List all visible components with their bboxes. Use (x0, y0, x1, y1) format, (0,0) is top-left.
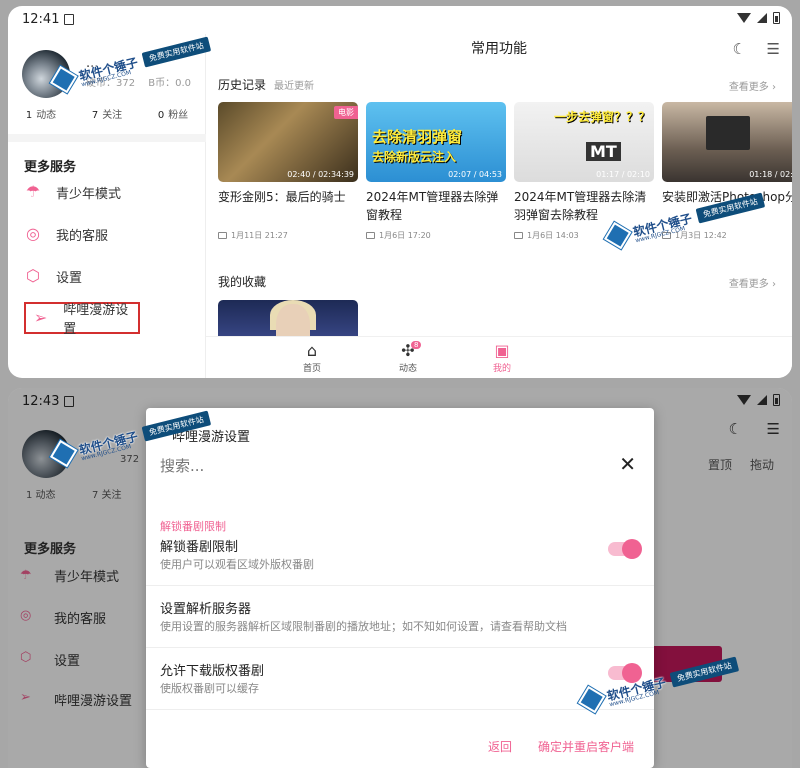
video-thumbnail[interactable]: 去除清羽弹窗 去除新版云注入 02:07 / 04:53 (366, 102, 506, 182)
option-desc: 使用户可以观看区域外版权番剧 (160, 558, 314, 571)
signal-icon (757, 13, 767, 23)
favorites-header: 我的收藏 (218, 275, 267, 289)
stat-followers[interactable]: 0 粉丝 (158, 106, 188, 121)
category-tag: 电影 (334, 106, 358, 119)
option-unlock-bangumi[interactable]: 解锁番剧限制 使用户可以观看区域外版权番剧 (146, 524, 654, 586)
option-desc: 使版权番剧可以缓存 (160, 682, 259, 695)
menu-icon[interactable]: ☰ (767, 40, 780, 58)
video-duration: 01:18 / 02:0 (749, 170, 792, 179)
back-button[interactable]: 返回 (488, 738, 512, 755)
profile-stats: 1 动态 7 关注 0 粉丝 (8, 106, 206, 121)
wifi-icon (737, 13, 751, 23)
service-settings[interactable]: ⬡ 设置 (24, 260, 194, 292)
unlock-toggle[interactable] (608, 539, 642, 559)
settings-icon: ⬡ (26, 266, 40, 285)
status-bar: 12:41 (8, 6, 792, 34)
stat-dynamics[interactable]: 1 动态 (26, 106, 56, 121)
paper-plane-icon: ➢ (33, 308, 48, 327)
pinwheel-icon: ✣ (401, 341, 415, 360)
service-teen-mode[interactable]: ☂ 青少年模式 (24, 176, 194, 208)
tab-dynamics[interactable]: ✣ 动态 8 (378, 341, 438, 374)
close-icon[interactable]: ✕ (619, 454, 636, 474)
watch-date: 1月6日 17:20 (366, 230, 506, 241)
history-card[interactable]: 一步去弹窗？？？ MT 01:17 / 02:10 2024年MT管理器去除清羽… (514, 102, 654, 241)
bcoin-count: B币：0.0 (148, 78, 192, 89)
option-title: 解锁番剧限制 (160, 540, 239, 555)
confirm-restart-button[interactable]: 确定并重启客户端 (538, 738, 634, 755)
service-roaming-settings[interactable]: ➢ 哔哩漫游设置 (24, 302, 140, 337)
home-icon: ⌂ (306, 341, 318, 360)
page-title: 常用功能 (471, 41, 527, 57)
history-card[interactable]: 电影 02:40 / 02:34:39 变形金刚5：最后的骑士 1月11日 21… (218, 102, 358, 241)
video-thumbnail[interactable]: 电影 02:40 / 02:34:39 (218, 102, 358, 182)
status-time: 12:41 (22, 12, 60, 27)
history-more-link[interactable]: 查看更多 › (729, 78, 776, 93)
history-card[interactable]: 去除清羽弹窗 去除新版云注入 02:07 / 04:53 2024年MT管理器去… (366, 102, 506, 241)
roaming-settings-dialog: 哔哩漫游设置 ✕ 解锁番剧限制 解锁番剧限制 使用户可以观看区域外版权番剧 设置… (146, 408, 654, 768)
search-input[interactable] (160, 452, 620, 480)
tv-face-icon: ▣ (494, 341, 510, 360)
screenshot-bottom: 12:43 372 1 动态 7 关注 更多服务 青少年模式 我的客服 设置 哔… (8, 388, 792, 768)
video-duration: 02:07 / 04:53 (448, 170, 502, 179)
video-title: 2024年MT管理器去除清羽弹窗去除教程 (514, 190, 647, 222)
divider (8, 134, 206, 142)
bottom-tab-bar: ⌂ 首页 ✣ 动态 8 ▣ 我的 (206, 336, 792, 378)
tv-icon (366, 232, 375, 239)
video-thumbnail[interactable]: 01:18 / 02:0 (662, 102, 792, 182)
history-header: 历史记录 最近更新 (218, 78, 315, 92)
umbrella-icon: ☂ (25, 182, 41, 201)
service-customer-support[interactable]: ◎ 我的客服 (24, 218, 194, 250)
tv-icon (514, 232, 523, 239)
option-title: 设置解析服务器 (160, 602, 252, 617)
tab-home[interactable]: ⌂ 首页 (282, 341, 342, 374)
tv-icon (218, 232, 227, 239)
tab-mine[interactable]: ▣ 我的 (472, 341, 532, 374)
video-title: 2024年MT管理器去除弹窗教程 (366, 190, 499, 222)
screenshot-top: 12:41 ... 硬币：372 B币：0.0 1 动态 7 关注 0 粉丝 更多服务… (8, 6, 792, 378)
option-title: 允许下载版权番剧 (160, 664, 265, 679)
headset-icon: ◎ (26, 224, 40, 243)
video-thumbnail[interactable]: 一步去弹窗？？？ MT 01:17 / 02:10 (514, 102, 654, 182)
profile-panel: ... 硬币：372 B币：0.0 1 动态 7 关注 0 粉丝 更多服务 ☂ 青少年… (8, 34, 206, 378)
stat-following[interactable]: 7 关注 (92, 106, 122, 121)
night-mode-icon[interactable]: ☾ (733, 40, 746, 58)
services-title: 更多服务 (24, 160, 77, 175)
option-parse-server[interactable]: 设置解析服务器 使用设置的服务器解析区域限制番剧的播放地址；如不知如何设置，请查… (146, 586, 654, 648)
video-title: 变形金刚5：最后的骑士 (218, 190, 346, 204)
watch-date: 1月11日 21:27 (218, 230, 358, 241)
video-duration: 02:40 / 02:34:39 (287, 170, 354, 179)
option-desc: 使用设置的服务器解析区域限制番剧的播放地址；如不知如何设置，请查看帮助文档 (160, 620, 567, 633)
battery-icon (773, 12, 780, 24)
sim-icon (64, 14, 74, 25)
favorites-more-link[interactable]: 查看更多 › (729, 275, 776, 290)
video-duration: 01:17 / 02:10 (596, 170, 650, 179)
